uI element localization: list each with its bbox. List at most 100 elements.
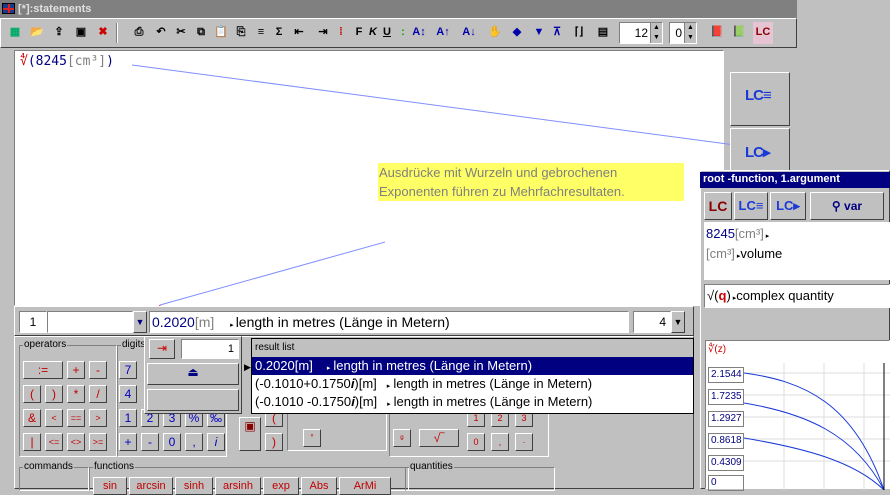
result-popup: ⇥ 1 ⏏ — [144, 336, 242, 414]
result-row[interactable]: (-0.1010+0.1750𝒊)[m] ▸ length in metres (L… — [252, 375, 693, 393]
subdot-key[interactable]: · — [515, 433, 533, 451]
divide-key[interactable]: / — [89, 385, 107, 403]
function-panel-title[interactable]: root -function, 1.argument — [700, 172, 890, 188]
eject-icon[interactable]: ⏏ — [147, 363, 239, 385]
result-count: 4 — [633, 311, 671, 333]
sign-minus-key[interactable]: - — [141, 433, 159, 451]
sign-plus-key[interactable]: + — [119, 433, 137, 451]
result-list: result list 0.2020[m] ▸ length in metres (… — [251, 338, 694, 414]
var-label: var — [844, 199, 863, 213]
operators-label: operators — [23, 339, 68, 350]
function-plot: ∜(z) 2.1544 1.7235 1.2927 0.8618 0.4309 … — [705, 340, 890, 491]
digit-4-key[interactable]: 4 — [119, 385, 137, 403]
fn-arcsin-key[interactable]: arcsin — [129, 477, 173, 495]
commands-group: commands — [19, 461, 89, 491]
hint-note: Ausdrücke mit Wurzeln und gebrochenen Ex… — [378, 163, 684, 201]
result-list-header: result list — [252, 339, 693, 357]
fn-exp-key[interactable]: exp — [263, 477, 299, 495]
quantities-group: quantities — [405, 461, 555, 491]
degree-key[interactable]: ° — [303, 429, 321, 447]
or-key[interactable]: | — [23, 433, 41, 451]
ne-key[interactable]: <> — [67, 433, 85, 451]
argument-box[interactable]: 8245[cm³] ▸ [cm³] ▸volume — [704, 222, 890, 280]
plus-key[interactable]: + — [67, 361, 85, 379]
minus-key[interactable]: - — [89, 361, 107, 379]
result-dropdown-icon[interactable]: ▼ — [133, 311, 147, 333]
unit-desc: volume — [740, 246, 783, 261]
result-desc: length in metres (Länge in Metern) — [235, 314, 450, 330]
fn-abs-key[interactable]: Abs — [301, 477, 337, 495]
commands-label: commands — [23, 461, 74, 472]
fn-arsinh-key[interactable]: arsinh — [215, 477, 261, 495]
imag-key[interactable]: i — [207, 433, 225, 451]
result-row-desc: length in metres (Länge in Metern) — [393, 394, 593, 409]
digit-0-key[interactable]: 0 — [163, 433, 181, 451]
eq-key[interactable]: == — [67, 409, 85, 427]
y-tick-label: 0.8618 — [708, 433, 744, 449]
lt-key[interactable]: < — [45, 409, 63, 427]
ge-key[interactable]: >= — [89, 433, 107, 451]
result-row-value: (-0.1010 -0.1750𝒊)[m] — [255, 394, 378, 409]
lc-list-icon: LC≡ — [745, 87, 772, 104]
y-tick-label: 1.7235 — [708, 389, 744, 405]
lc-run-small-icon[interactable]: LC▸ — [770, 192, 806, 220]
row-pointer-icon: ▶ — [244, 362, 251, 372]
paren-close-key[interactable]: ) — [265, 433, 283, 451]
result-row[interactable]: (-0.1010 -0.1750𝒊)[m] ▸ length in metres (… — [252, 393, 693, 411]
unit-value: [cm³] — [706, 246, 735, 261]
argument-line: 8245[cm³] ▸ — [706, 226, 770, 241]
open-paren-key[interactable]: ( — [23, 385, 41, 403]
digit-7-key[interactable]: 7 — [119, 361, 137, 379]
popup-count[interactable]: 1 — [181, 339, 239, 359]
lc-list-button[interactable]: LC≡ — [730, 72, 790, 126]
note-line-1: Ausdrücke mit Wurzeln und gebrochenen — [379, 165, 618, 180]
argument-value: 8245 — [706, 226, 735, 241]
popup-blank-button[interactable] — [147, 389, 239, 411]
amp-key[interactable]: & — [23, 409, 41, 427]
result-unit: [m] — [194, 314, 215, 330]
digits-label: digits — [121, 339, 147, 350]
fn-sin-key[interactable]: sin — [93, 477, 127, 495]
unit-line: [cm³] ▸volume — [706, 246, 783, 261]
le-key[interactable]: <= — [45, 433, 63, 451]
complex-quantity-field[interactable]: √(q) ▸complex quantity — [704, 284, 890, 308]
exp-key[interactable]: ᵍ — [393, 429, 411, 447]
sub0-key[interactable]: 0 — [467, 433, 485, 451]
lc-list-small-icon[interactable]: LC≡ — [734, 192, 768, 220]
magnifier-icon: ⚲ — [831, 199, 845, 213]
result-value: 0.2020 — [152, 314, 195, 330]
plot-title: ∜(z) — [708, 344, 727, 355]
exit-door-icon[interactable]: ⇥ — [149, 339, 175, 359]
gt-key[interactable]: > — [89, 409, 107, 427]
close-paren-key[interactable]: ) — [45, 385, 63, 403]
complex-label: complex quantity — [736, 288, 834, 303]
result-row[interactable]: 0.2020[m] ▸ length in metres (Länge in Met… — [252, 357, 693, 375]
comma-key[interactable]: , — [185, 433, 203, 451]
subcomma-key[interactable]: , — [491, 433, 509, 451]
result-label-field[interactable] — [47, 311, 133, 333]
var-button[interactable]: ⚲ var — [810, 192, 884, 220]
fn-armi-key[interactable]: ArMi — [339, 477, 391, 495]
result-index: 1 — [19, 311, 47, 333]
result-bar: 1 ▼ 0.2020[m] ▸ length in metres (Länge i… — [14, 306, 694, 336]
units-pad — [287, 409, 387, 451]
count-dropdown-icon[interactable]: ▼ — [671, 311, 685, 333]
functions-label: functions — [93, 461, 136, 472]
argument-unit: [cm³] — [734, 226, 764, 241]
quantities-label: quantities — [409, 461, 454, 472]
digit-1-key[interactable]: 1 — [119, 409, 137, 427]
y-tick-label: 1.2927 — [708, 411, 744, 427]
sqrt-key[interactable]: √‾ — [419, 429, 459, 447]
fn-sinh-key[interactable]: sinh — [175, 477, 213, 495]
result-row-value: 0.2020[m] — [255, 358, 313, 373]
result-row-desc: length in metres (Länge in Metern) — [333, 358, 533, 373]
lc-book-icon[interactable]: LC — [704, 192, 732, 220]
plot-curves — [744, 363, 890, 490]
assign-key[interactable]: := — [23, 361, 63, 379]
y-tick-label: 2.1544 — [708, 367, 744, 383]
result-row-value: (-0.1010+0.1750𝒊)[m] — [255, 376, 377, 391]
result-display[interactable]: 0.2020[m] ▸ length in metres (Länge in Me… — [149, 311, 629, 333]
multiply-key[interactable]: * — [67, 385, 85, 403]
y-tick-label: 0.4309 — [708, 455, 744, 471]
book-key-icon[interactable]: ▣ — [239, 417, 261, 451]
